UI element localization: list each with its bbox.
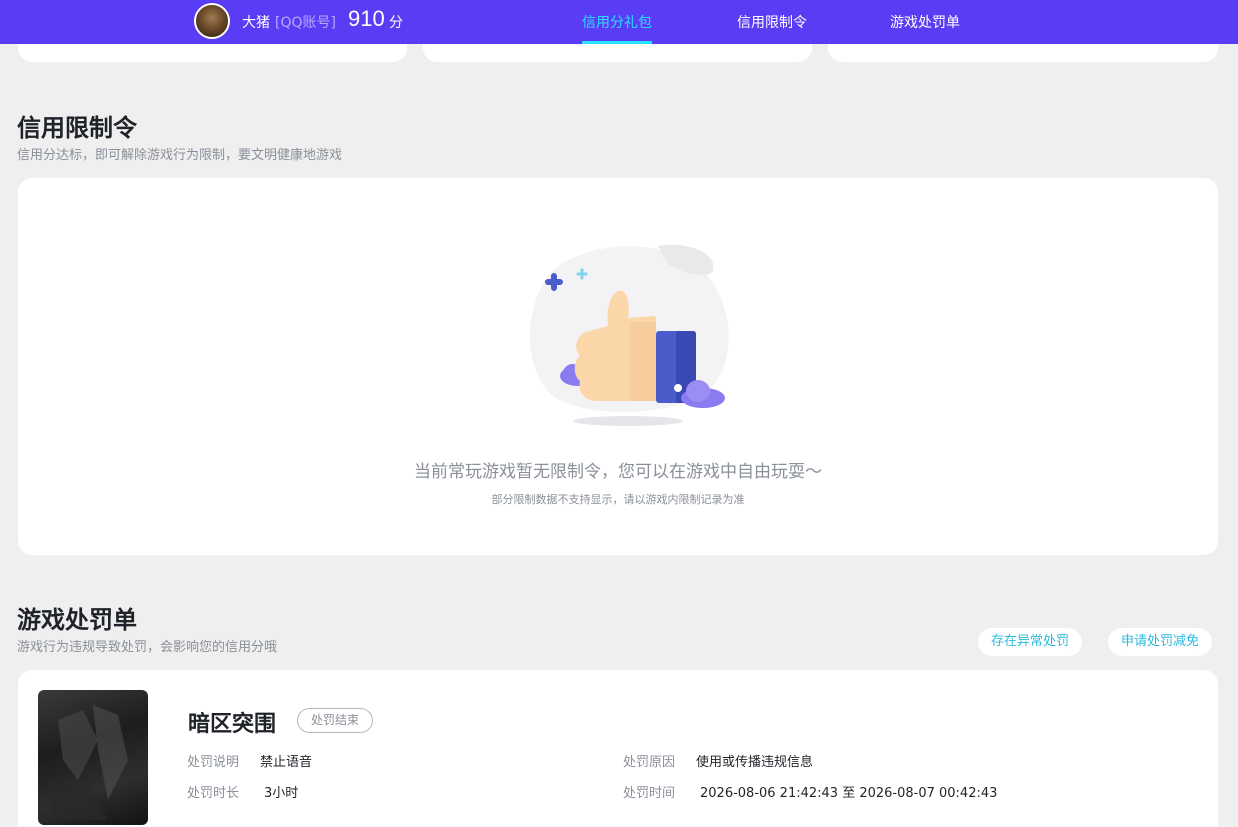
game-name: 暗区突围 — [188, 712, 277, 737]
credit-score-unit: 分 — [389, 15, 403, 31]
penalty-desc-value: 禁止语音 — [260, 755, 313, 770]
credit-score: 910 — [348, 6, 385, 31]
status-badge: 处罚结束 — [297, 708, 374, 733]
penalty-reason-label: 处罚原因 — [623, 755, 676, 770]
restriction-subtitle: 信用分达标，即可解除游戏行为限制，要文明健康地游戏 — [17, 148, 343, 163]
penalty-time-value: 2026-08-06 21:42:43 至 2026-08-07 00:42:4… — [700, 786, 998, 801]
empty-state-text: 当前常玩游戏暂无限制令，您可以在游戏中自由玩耍～ — [414, 462, 822, 482]
penalty-item: 暗区突围 处罚结束 处罚说明 禁止语音 处罚原因 使用或传播违规信息 处罚时长 … — [18, 670, 1218, 827]
username: 大猪 — [242, 15, 270, 31]
penalty-duration-value: 3小时 — [264, 786, 299, 801]
avatar[interactable] — [194, 3, 230, 39]
empty-state-note: 部分限制数据不支持显示，请以游戏内限制记录为准 — [491, 493, 745, 506]
active-tab-indicator — [582, 41, 652, 44]
top-header: 大猪 [QQ账号] 910 分 信用分礼包 信用限制令 游戏处罚单 — [0, 0, 1238, 44]
restriction-card: 当前常玩游戏暂无限制令，您可以在游戏中自由玩耍～ 部分限制数据不支持显示，请以游… — [18, 178, 1218, 555]
restriction-title: 信用限制令 — [17, 114, 137, 142]
tab-credit-restriction[interactable]: 信用限制令 — [737, 12, 807, 32]
penalty-reason-value: 使用或传播违规信息 — [696, 755, 814, 770]
tab-game-penalty[interactable]: 游戏处罚单 — [890, 12, 960, 32]
game-cover-image — [38, 690, 148, 825]
tab-credit-gift[interactable]: 信用分礼包 — [582, 12, 652, 32]
apply-reduction-button[interactable]: 申请处罚减免 — [1108, 628, 1213, 656]
penalty-desc-label: 处罚说明 — [187, 755, 240, 770]
abnormal-penalty-button[interactable]: 存在异常处罚 — [978, 628, 1083, 656]
penalty-time-label: 处罚时间 — [623, 786, 676, 801]
thumbs-up-illustration — [529, 244, 729, 426]
penalty-subtitle: 游戏行为违规导致处罚，会影响您的信用分哦 — [17, 640, 278, 655]
penalty-duration-label: 处罚时长 — [187, 786, 240, 801]
penalty-title: 游戏处罚单 — [17, 606, 137, 634]
account-type: [QQ账号] — [275, 15, 336, 31]
